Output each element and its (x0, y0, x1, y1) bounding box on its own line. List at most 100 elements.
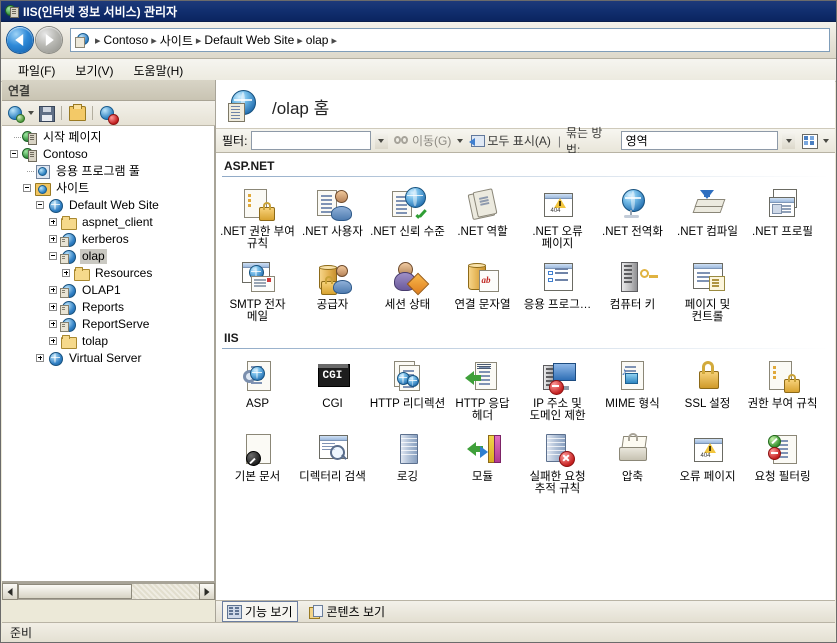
expand-icon[interactable] (47, 333, 60, 350)
tree-item[interactable]: 사이트 (2, 180, 214, 197)
feature-item[interactable]: ab연결 문자열 (445, 256, 520, 329)
feature-item[interactable]: HTTP 리디렉션 (370, 355, 445, 428)
feature-item[interactable]: 압축 (595, 428, 670, 501)
breadcrumb-separator: ▸ (150, 34, 158, 47)
tree-item[interactable]: aspnet_client (2, 214, 214, 231)
expand-icon[interactable] (60, 265, 73, 282)
feature-item[interactable]: 권한 부여 규칙 (745, 355, 820, 428)
scroll-thumb[interactable] (18, 584, 132, 599)
feature-item[interactable]: .NET 프로필 (745, 183, 820, 256)
connections-tree[interactable]: 시작 페이지Contoso응용 프로그램 풀사이트Default Web Sit… (2, 126, 215, 582)
breadcrumb-item-3[interactable]: olap (306, 33, 329, 47)
collapse-icon[interactable] (47, 248, 60, 265)
back-button[interactable] (7, 27, 33, 53)
scroll-right-button[interactable] (199, 583, 215, 600)
feature-item[interactable]: .NET 역할 (445, 183, 520, 256)
feature-item-label: 디렉터리 검색 (295, 471, 371, 483)
connect-folder-icon[interactable] (68, 104, 86, 122)
feature-item[interactable]: 컴퓨터 키 (595, 256, 670, 329)
tree-item[interactable]: OLAP1 (2, 282, 214, 299)
collapse-icon[interactable] (21, 180, 34, 197)
filter-input[interactable] (251, 131, 371, 150)
tree-item[interactable]: Contoso (2, 146, 214, 163)
show-all-icon (469, 134, 484, 147)
chevron-down-icon[interactable] (28, 111, 34, 115)
feature-item[interactable]: .NET 컴파일 (670, 183, 745, 256)
tree-item[interactable]: 응용 프로그램 풀 (2, 163, 214, 180)
tab-content-view[interactable]: 콘텐츠 보기 (305, 602, 390, 621)
expand-icon[interactable] (47, 231, 60, 248)
breadcrumb-item-2[interactable]: Default Web Site (204, 33, 294, 47)
collapse-icon[interactable] (34, 197, 47, 214)
show-all-button[interactable]: 모두 표시(A) (467, 132, 553, 149)
tree-item[interactable]: tolap (2, 333, 214, 350)
view-mode-chevron-down-icon[interactable] (823, 139, 829, 143)
feature-item[interactable]: .NET 권한 부여 규칙 (220, 183, 295, 256)
feature-item-label: 공급자 (295, 299, 371, 311)
tree-horizontal-scrollbar[interactable] (2, 582, 215, 600)
http-redirect-icon (388, 357, 428, 397)
expand-icon[interactable] (47, 299, 60, 316)
feature-item[interactable]: IP 주소 및 도메인 제한 (520, 355, 595, 428)
tab-features-view[interactable]: 기능 보기 (222, 601, 298, 622)
tree-item[interactable]: Reports (2, 299, 214, 316)
save-icon[interactable] (37, 104, 55, 122)
feature-item[interactable]: HTTP 응답 헤더 (445, 355, 520, 428)
scroll-left-button[interactable] (2, 583, 18, 600)
view-mode-button[interactable] (799, 134, 819, 148)
forward-button[interactable] (36, 27, 62, 53)
feature-item[interactable]: 응용 프로그… (520, 256, 595, 329)
tree-item[interactable]: Virtual Server (2, 350, 214, 367)
menu-view[interactable]: 보기(V) (66, 60, 122, 81)
tree-item[interactable]: Default Web Site (2, 197, 214, 214)
tab-features-view-label: 기능 보기 (245, 603, 293, 620)
tree-item[interactable]: Resources (2, 265, 214, 282)
breadcrumb-item-0[interactable]: Contoso (104, 33, 149, 47)
group-by-select[interactable]: 영역 (621, 131, 778, 150)
menu-help[interactable]: 도움말(H) (124, 60, 192, 81)
feature-item[interactable]: 로깅 (370, 428, 445, 501)
feature-item[interactable]: .NET 신뢰 수준 (370, 183, 445, 256)
feature-item[interactable]: 세션 상태 (370, 256, 445, 329)
feature-item[interactable]: 기본 문서 (220, 428, 295, 501)
expand-icon[interactable] (34, 350, 47, 367)
disconnect-icon[interactable] (99, 104, 117, 122)
group-by-dropdown-button[interactable] (782, 132, 795, 149)
connect-to-icon[interactable] (7, 104, 25, 122)
feature-item[interactable]: 실패한 요청 추적 규칙 (520, 428, 595, 501)
feature-item[interactable]: 요청 필터링 (745, 428, 820, 501)
feature-item[interactable]: .NET 전역화 (595, 183, 670, 256)
feature-item-label: .NET 사용자 (295, 226, 371, 238)
go-chevron-down-icon[interactable] (457, 139, 463, 143)
feature-item[interactable]: .NET 사용자 (295, 183, 370, 256)
tree-item[interactable]: ReportServe (2, 316, 214, 333)
feature-item[interactable]: 디렉터리 검색 (295, 428, 370, 501)
breadcrumb-item-1[interactable]: 사이트 (160, 32, 193, 49)
pages-and-controls-icon (688, 258, 728, 298)
tree-item[interactable]: 시작 페이지 (2, 129, 214, 146)
feature-item-label: SMTP 전자 메일 (220, 299, 296, 323)
feature-item[interactable]: 404.NET 오류 페이지 (520, 183, 595, 256)
feature-item[interactable]: 공급자 (295, 256, 370, 329)
expand-icon[interactable] (47, 282, 60, 299)
tree-item[interactable]: kerberos (2, 231, 214, 248)
feature-item[interactable]: 모듈 (445, 428, 520, 501)
feature-item[interactable]: 페이지 및 컨트롤 (670, 256, 745, 329)
filter-dropdown-button[interactable] (375, 132, 388, 149)
feature-item[interactable]: 404오류 페이지 (670, 428, 745, 501)
breadcrumb[interactable]: ▸ Contoso ▸ 사이트 ▸ Default Web Site ▸ ola… (70, 28, 830, 52)
feature-item[interactable]: SSL 설정 (670, 355, 745, 428)
feature-item[interactable]: ♪MIME 형식 (595, 355, 670, 428)
menu-file[interactable]: 파일(F) (9, 60, 64, 81)
expand-icon[interactable] (47, 214, 60, 231)
scroll-track[interactable] (18, 583, 199, 600)
collapse-icon[interactable] (8, 146, 21, 163)
folder-icon (60, 215, 77, 230)
tree-item[interactable]: olap (2, 248, 214, 265)
feature-item[interactable]: CGICGI (295, 355, 370, 428)
feature-item[interactable]: ASP (220, 355, 295, 428)
address-bar: ▸ Contoso ▸ 사이트 ▸ Default Web Site ▸ ola… (1, 22, 836, 59)
expand-icon[interactable] (47, 316, 60, 333)
feature-item[interactable]: SMTP 전자 메일 (220, 256, 295, 329)
go-button[interactable]: 이동(G) (392, 132, 453, 149)
